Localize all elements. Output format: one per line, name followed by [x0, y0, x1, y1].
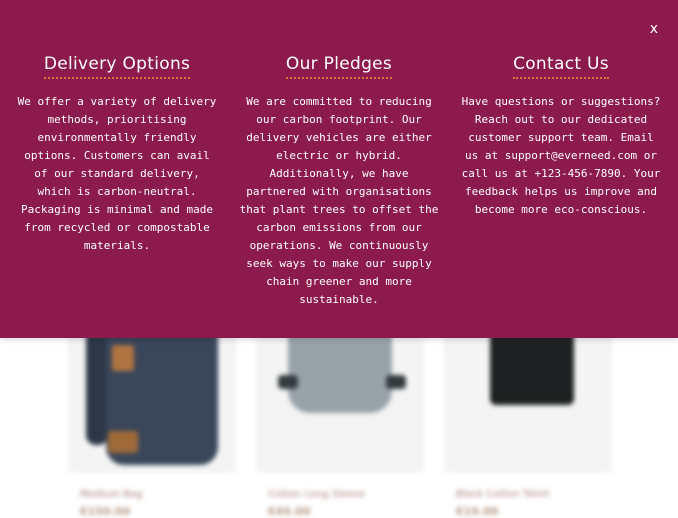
product-name[interactable]: Cotton Long Sleeve — [268, 489, 365, 500]
section-title: Delivery Options — [43, 54, 191, 79]
section-title: Our Pledges — [285, 54, 393, 79]
sweater-cuff-right — [386, 375, 406, 389]
section-body: Have questions or suggestions? Reach out… — [461, 95, 661, 216]
product-name[interactable]: Medium Bag — [80, 489, 143, 500]
product-price: €150.00 — [80, 505, 131, 518]
product-price: €19.00 — [456, 505, 499, 518]
delivery-options-section: Delivery Options We offer a variety of d… — [17, 54, 217, 255]
section-title: Contact Us — [513, 54, 609, 79]
backpack-leather-patch — [112, 345, 134, 371]
info-overlay: x Delivery Options We offer a variety of… — [0, 0, 678, 338]
backpack-buckle — [108, 431, 138, 453]
product-price: €49.00 — [268, 505, 311, 518]
backpack-strap — [86, 325, 108, 445]
our-pledges-section: Our Pledges We are committed to reducing… — [239, 54, 439, 309]
section-body: We are committed to reducing our carbon … — [239, 95, 439, 306]
sweater-cuff-left — [278, 375, 298, 389]
section-body: We offer a variety of delivery methods, … — [17, 95, 217, 252]
contact-us-section: Contact Us Have questions or suggestions… — [461, 54, 661, 219]
product-name[interactable]: Black Cotton Tshirt — [456, 489, 550, 500]
close-button[interactable]: x — [650, 20, 658, 38]
